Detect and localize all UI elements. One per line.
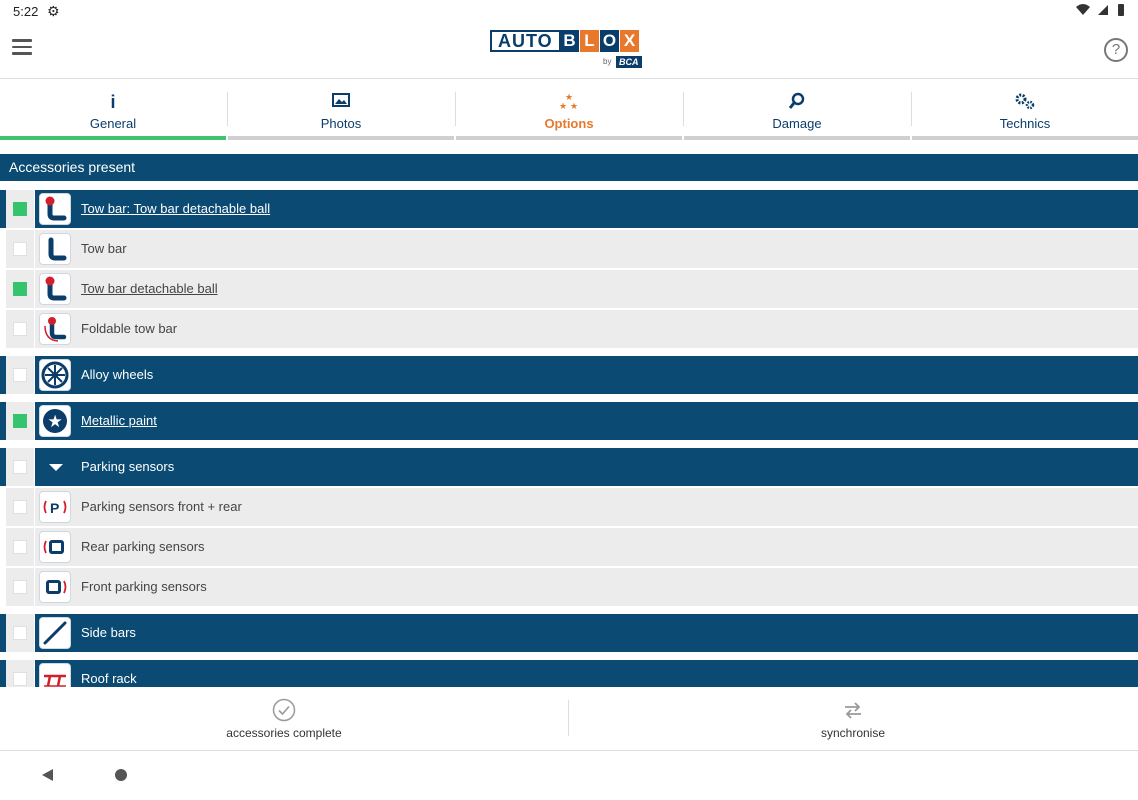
accessory-group-row[interactable]: Parking sensors [0, 448, 1138, 486]
hamburger-menu-icon[interactable] [12, 39, 32, 59]
side-bars-icon [39, 617, 71, 649]
accessory-checkbox[interactable] [13, 202, 27, 216]
roof-rack-icon [39, 663, 71, 687]
tab-general[interactable]: i General [0, 80, 228, 140]
accessory-option-row[interactable]: Front parking sensors [0, 568, 1138, 606]
accessory-label: Parking sensors [81, 459, 175, 474]
back-icon[interactable] [42, 769, 53, 781]
accessory-checkbox[interactable] [13, 540, 27, 554]
accessory-checkbox[interactable] [13, 414, 27, 428]
tab-label: Technics [999, 116, 1051, 131]
accessory-checkbox[interactable] [13, 580, 27, 594]
logo-blox-letters: BLOX [560, 30, 640, 52]
stars-icon: ★ ★ ★ [456, 92, 682, 112]
accessory-checkbox[interactable] [13, 368, 27, 382]
svg-text:★: ★ [570, 101, 578, 110]
metallic-paint-icon: ★ [39, 405, 71, 437]
logo-blox-letter: B [560, 30, 579, 52]
accessory-group-row[interactable]: Roof rack [0, 660, 1138, 687]
accessory-label: Foldable tow bar [81, 321, 178, 336]
tab-damage[interactable]: Damage [684, 80, 912, 140]
accessory-option-row[interactable]: P Parking sensors front + rear [0, 488, 1138, 526]
accessory-group-row[interactable]: Tow bar: Tow bar detachable ball [0, 190, 1138, 228]
tab-technics[interactable]: Technics [912, 80, 1138, 140]
gears-icon [912, 92, 1138, 112]
tab-bar: i General Photos ★ ★ ★ Options Damage Tech… [0, 80, 1138, 140]
accessory-label: Rear parking sensors [81, 539, 205, 554]
accessory-checkbox[interactable] [13, 282, 27, 296]
synchronise-button[interactable]: synchronise [569, 688, 1137, 750]
logo-blox-letter: O [600, 30, 619, 52]
accessory-option-row[interactable]: Tow bar detachable ball [0, 270, 1138, 308]
accessory-checkbox[interactable] [13, 322, 27, 336]
home-icon[interactable] [115, 769, 127, 781]
tab-label: Damage [772, 116, 822, 131]
info-icon: i [110, 92, 116, 112]
accessory-label: Tow bar: Tow bar detachable ball [81, 201, 271, 216]
accessory-label: Front parking sensors [81, 579, 207, 594]
accessories-list: Tow bar: Tow bar detachable ball Tow bar T… [0, 190, 1138, 687]
tab-options[interactable]: ★ ★ ★ Options [456, 80, 684, 140]
accessory-label: Tow bar detachable ball [81, 281, 218, 296]
status-system-icons [1074, 3, 1126, 20]
accessory-group-row[interactable]: ★ Metallic paint [0, 402, 1138, 440]
svg-text:★: ★ [48, 412, 63, 431]
check-circle-icon [272, 698, 296, 722]
tow-bar-ball-icon [39, 273, 71, 305]
svg-text:P: P [50, 500, 59, 516]
accessory-checkbox[interactable] [13, 626, 27, 640]
parking-sensors-icon: P [39, 491, 71, 523]
accessory-label: Parking sensors front + rear [81, 499, 242, 514]
system-nav-bar [0, 751, 1138, 800]
expand-triangle-icon[interactable] [49, 464, 63, 471]
accessory-label: Tow bar [81, 241, 127, 256]
alloy-wheel-icon [39, 359, 71, 391]
tab-label: Photos [320, 116, 362, 131]
photo-icon [228, 92, 454, 112]
status-time: 5:22 [13, 4, 39, 19]
accessory-group-row[interactable]: Side bars [0, 614, 1138, 652]
magnifier-icon [684, 92, 910, 112]
rear-parking-sensors-icon [39, 531, 71, 563]
accessory-checkbox[interactable] [13, 672, 27, 686]
svg-text:★: ★ [559, 101, 567, 110]
status-bar: 5:22 ⚙ [0, 0, 1138, 24]
accessory-checkbox[interactable] [13, 242, 27, 256]
tab-photos[interactable]: Photos [228, 80, 456, 140]
accessory-label: Metallic paint [81, 413, 157, 428]
bca-logo: BCA [616, 56, 642, 68]
tow-bar-icon [39, 233, 71, 265]
sync-arrows-icon [845, 702, 861, 719]
front-parking-sensors-icon [39, 571, 71, 603]
foldable-tow-bar-icon [39, 313, 71, 345]
accessory-group-row[interactable]: Alloy wheels [0, 356, 1138, 394]
accessory-option-row[interactable]: Foldable tow bar [0, 310, 1138, 348]
accessories-complete-button[interactable]: accessories complete [0, 688, 568, 750]
tow-bar-ball-icon [39, 193, 71, 225]
accessory-label: Alloy wheels [81, 367, 154, 382]
accessory-label: Side bars [81, 625, 136, 640]
accessory-option-row[interactable]: Tow bar [0, 230, 1138, 268]
settings-gear-icon: ⚙ [47, 3, 60, 19]
logo-blox-letter: L [580, 30, 599, 52]
logo-by-text: by [603, 57, 612, 66]
tab-label: General [89, 116, 137, 131]
footer-left-label: accessories complete [226, 726, 342, 740]
accessory-label: Roof rack [81, 671, 137, 686]
section-header: Accessories present [0, 154, 1138, 181]
accessory-checkbox[interactable] [13, 500, 27, 514]
accessory-checkbox[interactable] [13, 460, 27, 474]
logo-blox-letter: X [620, 30, 639, 52]
app-bar: AUTO BLOX by BCA ? [0, 24, 1138, 79]
accessory-option-row[interactable]: Rear parking sensors [0, 528, 1138, 566]
footer-actions: accessories complete synchronise [0, 688, 1138, 751]
logo-auto-text: AUTO [490, 30, 561, 52]
help-icon[interactable]: ? [1104, 38, 1128, 62]
tab-label: Options [544, 116, 594, 131]
footer-right-label: synchronise [820, 726, 886, 740]
